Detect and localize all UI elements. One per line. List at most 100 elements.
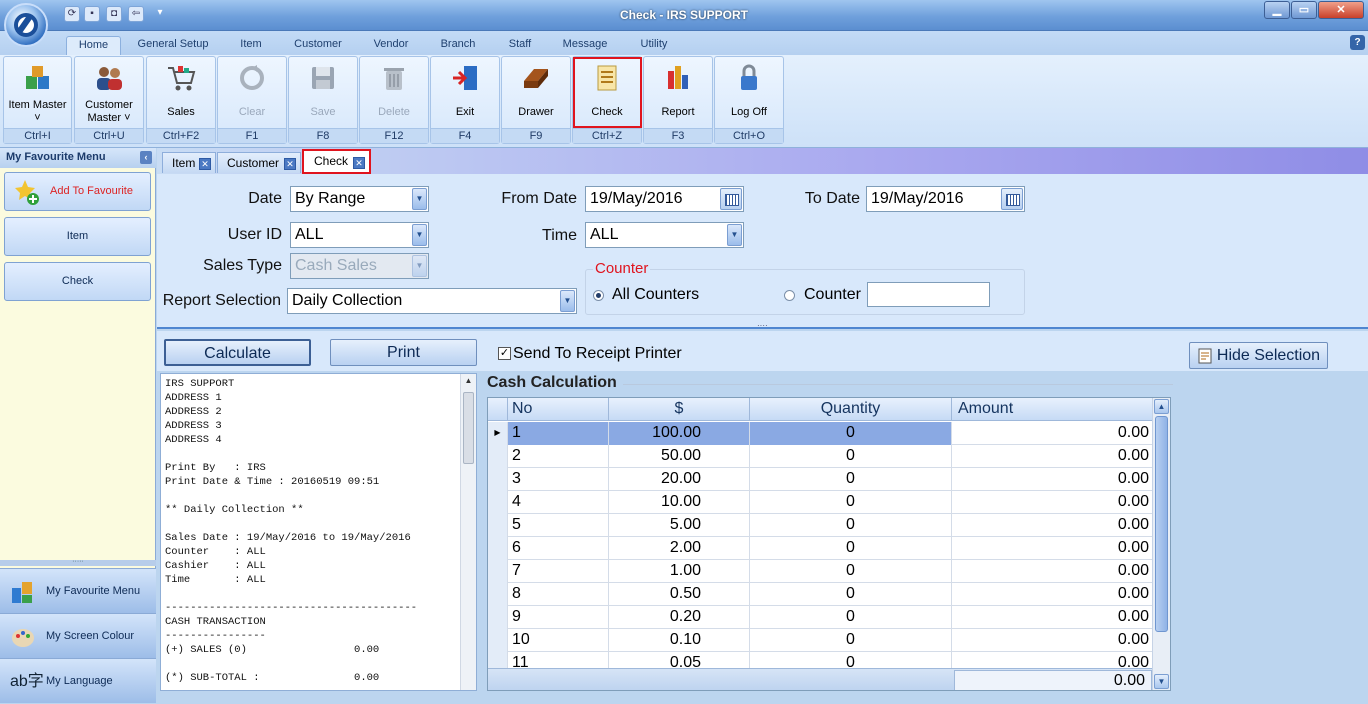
scroll-down-icon[interactable]: ▼ [1154, 674, 1169, 689]
collapse-sidebar-icon[interactable]: ‹ [140, 151, 152, 164]
tab-staff[interactable]: Staff [497, 36, 543, 55]
cell-dollar[interactable]: 0.20 [609, 606, 750, 629]
close-tab-icon[interactable]: ✕ [284, 158, 296, 170]
customer-master-button[interactable]: Customer Master ˅ Ctrl+U [74, 56, 144, 144]
cash-grid[interactable]: No $ Quantity Amount ▶1100.0000.00250.00… [487, 397, 1171, 691]
table-row[interactable]: 250.0000.00 [488, 445, 1154, 468]
cell-no[interactable]: 5 [508, 514, 609, 537]
cell-amount[interactable]: 0.00 [952, 560, 1154, 583]
col-amount-header[interactable]: Amount [952, 398, 1154, 421]
panel-splitter[interactable]: ···· [757, 324, 769, 329]
cell-no[interactable]: 7 [508, 560, 609, 583]
cell-dollar[interactable]: 20.00 [609, 468, 750, 491]
tab-vendor[interactable]: Vendor [362, 36, 420, 55]
cell-no[interactable]: 3 [508, 468, 609, 491]
table-row[interactable]: 100.1000.00 [488, 629, 1154, 652]
current-row-indicator-icon[interactable]: ▶ [488, 422, 508, 445]
col-no-header[interactable]: No [508, 398, 609, 421]
close-tab-icon[interactable]: ✕ [199, 158, 211, 170]
table-row[interactable]: 80.5000.00 [488, 583, 1154, 606]
cell-quantity[interactable]: 0 [750, 468, 952, 491]
delete-button[interactable]: Delete F12 [359, 56, 429, 144]
nav-my-screen-colour[interactable]: My Screen Colour [0, 613, 156, 658]
save-button[interactable]: Save F8 [288, 56, 358, 144]
cell-quantity[interactable]: 0 [750, 606, 952, 629]
tab-message[interactable]: Message [555, 36, 615, 55]
save-icon[interactable]: ▪ [84, 6, 100, 22]
quick-access-dropdown-icon[interactable]: ▾ [152, 6, 168, 22]
receipt-scrollbar[interactable]: ▲ [460, 374, 476, 691]
counter-input[interactable] [867, 282, 990, 307]
calendar-icon[interactable] [720, 188, 742, 210]
row-header[interactable] [488, 629, 508, 652]
cell-dollar[interactable]: 2.00 [609, 537, 750, 560]
row-header[interactable] [488, 445, 508, 468]
cell-quantity[interactable]: 0 [750, 629, 952, 652]
cell-amount[interactable]: 0.00 [952, 537, 1154, 560]
sales-type-select[interactable]: Cash Sales▼ [290, 253, 429, 279]
cell-dollar[interactable]: 1.00 [609, 560, 750, 583]
clear-button[interactable]: Clear F1 [217, 56, 287, 144]
cell-amount[interactable]: 0.00 [952, 629, 1154, 652]
cell-dollar[interactable]: 0.05 [609, 652, 750, 668]
tab-item[interactable]: Item [226, 36, 276, 55]
doc-tab-item[interactable]: Item✕ [162, 152, 216, 173]
cell-dollar[interactable]: 10.00 [609, 491, 750, 514]
cell-quantity[interactable]: 0 [750, 537, 952, 560]
row-header[interactable] [488, 583, 508, 606]
tab-customer[interactable]: Customer [286, 36, 350, 55]
table-row[interactable]: 55.0000.00 [488, 514, 1154, 537]
doc-tab-check[interactable]: Check✕ [302, 149, 371, 174]
counter-radio[interactable] [784, 290, 795, 301]
cell-no[interactable]: 4 [508, 491, 609, 514]
cell-no[interactable]: 8 [508, 583, 609, 606]
grid-scrollbar[interactable]: ▲ ▼ [1152, 398, 1170, 691]
log-off-button[interactable]: Log Off Ctrl+O [714, 56, 784, 144]
cell-no[interactable]: 11 [508, 652, 609, 668]
table-row[interactable]: 110.0500.00 [488, 652, 1154, 668]
minimize-button[interactable]: ▁ [1264, 1, 1290, 19]
row-header[interactable] [488, 606, 508, 629]
print-button[interactable]: Print [330, 339, 477, 366]
receipt-scroll-thumb[interactable] [463, 392, 474, 464]
chevron-down-icon[interactable]: ▼ [412, 188, 427, 210]
cell-dollar[interactable]: 0.10 [609, 629, 750, 652]
help-icon[interactable]: ? [1350, 35, 1365, 50]
exit-button[interactable]: Exit F4 [430, 56, 500, 144]
cell-quantity[interactable]: 0 [750, 514, 952, 537]
table-row[interactable]: 410.0000.00 [488, 491, 1154, 514]
report-selection-select[interactable]: Daily Collection▼ [287, 288, 577, 314]
grid-scroll-thumb[interactable] [1155, 416, 1168, 632]
date-select[interactable]: By Range▼ [290, 186, 429, 212]
row-header[interactable] [488, 537, 508, 560]
cell-amount[interactable]: 0.00 [952, 491, 1154, 514]
exit-icon[interactable]: ⇦ [128, 6, 144, 22]
cell-amount[interactable]: 0.00 [952, 422, 1154, 445]
tab-home[interactable]: Home [66, 36, 121, 55]
cell-no[interactable]: 9 [508, 606, 609, 629]
col-quantity-header[interactable]: Quantity [750, 398, 952, 421]
sidebar-splitter[interactable]: ····· [0, 560, 156, 566]
row-header[interactable] [488, 560, 508, 583]
scroll-up-icon[interactable]: ▲ [463, 376, 474, 388]
cell-quantity[interactable]: 0 [750, 560, 952, 583]
cell-amount[interactable]: 0.00 [952, 583, 1154, 606]
cell-dollar[interactable]: 100.00 [609, 422, 750, 445]
drawer-button[interactable]: Drawer F9 [501, 56, 571, 144]
from-date-field[interactable]: 19/May/2016 [585, 186, 744, 212]
cell-no[interactable]: 6 [508, 537, 609, 560]
refresh-icon[interactable]: ⟳ [64, 6, 80, 22]
cell-no[interactable]: 1 [508, 422, 609, 445]
table-row[interactable]: 62.0000.00 [488, 537, 1154, 560]
cell-amount[interactable]: 0.00 [952, 514, 1154, 537]
close-button[interactable]: ✕ [1318, 1, 1364, 19]
table-row[interactable]: 320.0000.00 [488, 468, 1154, 491]
all-counters-radio[interactable] [593, 290, 604, 301]
application-orb-icon[interactable] [4, 3, 48, 47]
sidebar-item-item[interactable]: Item [4, 217, 151, 256]
cell-no[interactable]: 2 [508, 445, 609, 468]
cell-quantity[interactable]: 0 [750, 491, 952, 514]
report-button[interactable]: Report F3 [643, 56, 713, 144]
table-row[interactable]: 71.0000.00 [488, 560, 1154, 583]
cell-quantity[interactable]: 0 [750, 445, 952, 468]
